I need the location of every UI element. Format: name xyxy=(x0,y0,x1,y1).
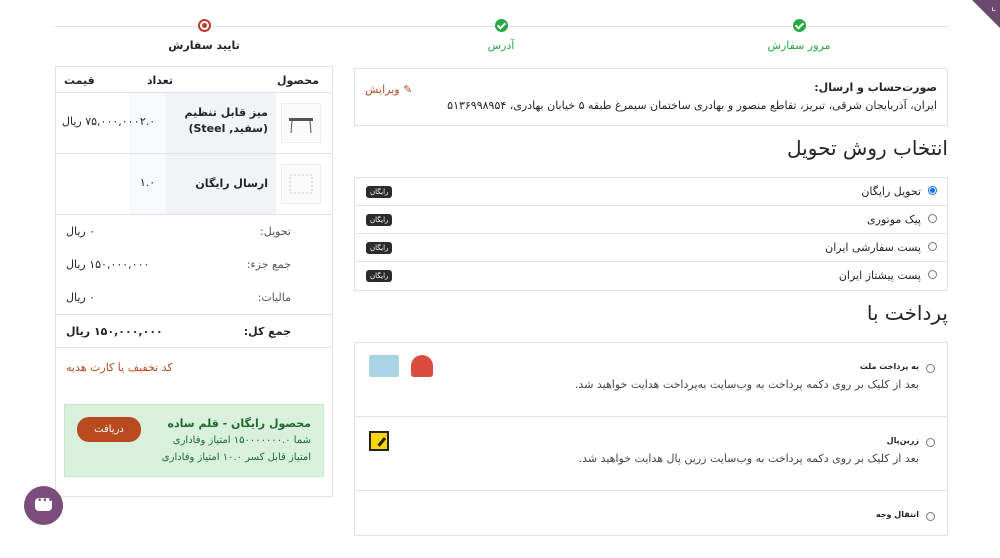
col-product: محصول xyxy=(276,74,319,87)
product-name: ارسال رایگان xyxy=(166,154,276,214)
order-summary: محصول تعداد قیمت میز قابل تنظیم (سفید, S… xyxy=(55,66,333,497)
delivery-option-label: پست پیشتاز ایران xyxy=(838,269,921,282)
subtotal-value: ۱۵۰,۰۰۰,۰۰۰ ریال xyxy=(66,258,150,271)
zarinpal-logo-icon xyxy=(369,431,389,451)
reward-title: محصول رایگان - قلم ساده xyxy=(167,417,311,430)
delivery-option[interactable]: پست پیشتاز ایران رایگان xyxy=(355,262,947,290)
payment-option-label: زرین‌پال xyxy=(886,436,919,445)
product-image xyxy=(281,103,321,143)
radio-selected[interactable] xyxy=(928,186,937,195)
step-confirm: تایید سفارش xyxy=(134,19,274,52)
radio[interactable] xyxy=(928,270,937,279)
free-badge: رایگان xyxy=(366,242,393,254)
delivery-option[interactable]: پیک موتوری رایگان xyxy=(355,206,947,234)
address-box: صورت‌حساب و ارسال: ایران، آذربایجان شرقی… xyxy=(354,68,948,126)
product-name: میز قابل تنظیم (سفید, Steel) xyxy=(166,93,276,153)
summary-header: محصول تعداد قیمت xyxy=(56,67,332,93)
col-qty: تعداد xyxy=(146,74,173,87)
radio[interactable] xyxy=(928,242,937,251)
check-icon xyxy=(792,19,806,32)
step-label: مرور سفارش xyxy=(767,39,831,52)
radio[interactable] xyxy=(928,214,937,223)
tax-label: مالیات: xyxy=(257,291,291,304)
table-row: میز قابل تنظیم (سفید, Steel) ۲.۰ ۷۵,۰۰۰,… xyxy=(56,93,332,154)
delivery-label: تحویل: xyxy=(260,225,291,238)
tax-row: مالیات: ۰ ریال xyxy=(56,281,332,314)
promo-code-link[interactable]: کد تخفیف یا کارت هدیه xyxy=(66,361,173,374)
delivery-option[interactable]: پست سفارشی ایران رایگان xyxy=(355,234,947,262)
delivery-option[interactable]: تحویل رایگان رایگان xyxy=(355,178,947,206)
total-label: جمع کل: xyxy=(243,325,291,338)
delivery-option-label: پیک موتوری xyxy=(867,213,921,226)
delivery-heading: انتخاب روش تحویل xyxy=(787,136,948,160)
edit-address-link[interactable]: ✎ ویرایش xyxy=(365,83,412,96)
reward-points: شما ۱۵۰۰۰۰۰۰۰.۰ امتیاز وفاداری xyxy=(172,435,311,446)
current-step-icon xyxy=(197,19,211,32)
delivery-option-label: پست سفارشی ایران xyxy=(825,241,921,254)
payment-option[interactable]: زرین‌پال بعد از کلیک بر روی دکمه پرداخت … xyxy=(355,417,947,491)
payment-option-label: به پرداخت ملت xyxy=(859,362,919,371)
total-row: جمع کل: ۱۵۰,۰۰۰,۰۰۰ ریال xyxy=(56,314,332,348)
subtotal-row: جمع جزء: ۱۵۰,۰۰۰,۰۰۰ ریال xyxy=(56,248,332,281)
loyalty-reward: محصول رایگان - قلم ساده شما ۱۵۰۰۰۰۰۰۰.۰ … xyxy=(64,404,324,477)
payment-heading: پرداخت با xyxy=(866,301,948,325)
step-review[interactable]: مرور سفارش xyxy=(729,19,869,52)
edit-label: ویرایش xyxy=(365,83,400,96)
radio[interactable] xyxy=(926,512,935,521)
step-label: تایید سفارش xyxy=(168,39,240,52)
payment-option-label: انتقال وجه xyxy=(875,510,919,519)
corner-ribbon[interactable]: ⌞ xyxy=(972,0,1000,28)
chat-button[interactable] xyxy=(24,486,63,525)
product-image xyxy=(281,164,321,204)
delivery-option-label: تحویل رایگان xyxy=(861,185,921,198)
total-value: ۱۵۰,۰۰۰,۰۰۰ ریال xyxy=(66,325,163,338)
delivery-row: تحویل: ۰ ریال xyxy=(56,215,332,248)
reward-cost: امتیاز قابل کسر ۱۰.۰ امتیاز وفاداری xyxy=(161,452,311,463)
col-price: قیمت xyxy=(64,74,95,87)
payment-option-desc: بعد از کلیک بر روی دکمه پرداخت به وب‌سای… xyxy=(574,378,919,391)
radio[interactable] xyxy=(926,438,935,447)
radio[interactable] xyxy=(926,364,935,373)
tax-value: ۰ ریال xyxy=(66,291,96,304)
payment-option[interactable]: به پرداخت ملت بعد از کلیک بر روی دکمه پر… xyxy=(355,343,947,417)
step-address[interactable]: آدرس xyxy=(431,19,571,52)
chat-icon xyxy=(35,496,53,511)
payment-option-desc: بعد از کلیک بر روی دکمه پرداخت به وب‌سای… xyxy=(578,452,919,465)
payment-options: به پرداخت ملت بعد از کلیک بر روی دکمه پر… xyxy=(354,342,948,536)
shaparak-logo-icon xyxy=(369,355,399,377)
corner-icon: ⌞ xyxy=(991,2,996,13)
product-qty: ۱.۰ xyxy=(129,154,166,214)
claim-reward-button[interactable]: دریافت xyxy=(77,417,141,442)
free-badge: رایگان xyxy=(366,270,393,282)
edit-icon: ✎ xyxy=(403,83,413,96)
delivery-options: تحویل رایگان رایگان پیک موتوری رایگان پس… xyxy=(354,177,948,291)
table-row: ارسال رایگان ۱.۰ xyxy=(56,154,332,215)
step-label: آدرس xyxy=(487,39,515,52)
free-badge: رایگان xyxy=(366,214,393,226)
check-icon xyxy=(494,19,508,32)
payment-option[interactable]: انتقال وجه xyxy=(355,491,947,535)
subtotal-label: جمع جزء: xyxy=(246,258,291,271)
free-badge: رایگان xyxy=(366,186,393,198)
mellat-logo-icon xyxy=(411,355,433,377)
product-price: ۷۵,۰۰۰,۰۰۰ ریال xyxy=(62,115,140,128)
address-text: ایران، آذربایجان شرقی، تبریز، تقاطع منصو… xyxy=(447,99,937,112)
delivery-value: ۰ ریال xyxy=(66,225,96,238)
address-title: صورت‌حساب و ارسال: xyxy=(814,81,937,94)
